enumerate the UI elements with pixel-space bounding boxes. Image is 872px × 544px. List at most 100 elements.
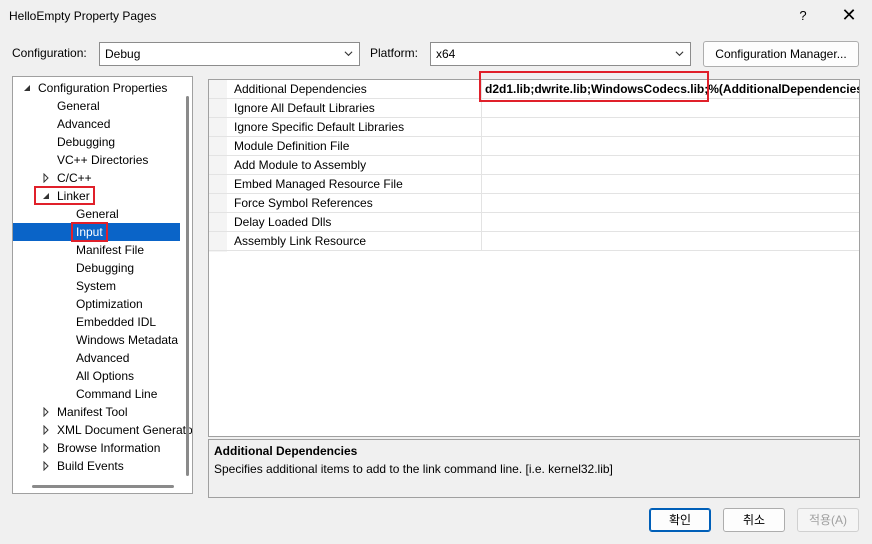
tree-item[interactable]: General	[13, 97, 185, 115]
tree-item-label: Browse Information	[57, 441, 161, 455]
tree-item-label: VC++ Directories	[57, 153, 149, 167]
property-value[interactable]	[481, 194, 859, 213]
configuration-dropdown[interactable]: Debug	[99, 42, 360, 66]
description-text: Specifies additional items to add to the…	[214, 462, 613, 476]
platform-value: x64	[436, 47, 456, 61]
property-value[interactable]	[481, 137, 859, 156]
property-name: Module Definition File	[234, 139, 350, 153]
tree-item-label: Linker	[57, 189, 90, 203]
property-value[interactable]	[481, 99, 859, 118]
tree-item-label: C/C++	[57, 171, 92, 185]
property-row[interactable]: Delay Loaded Dlls	[209, 213, 859, 232]
tree-item-label: System	[76, 279, 117, 293]
property-row[interactable]: Module Definition File	[209, 137, 859, 156]
property-name: Delay Loaded Dlls	[234, 215, 332, 229]
property-row[interactable]: Embed Managed Resource File	[209, 175, 859, 194]
title-bar: HelloEmpty Property Pages ? ✕	[0, 0, 872, 34]
tree-item[interactable]: Advanced	[13, 349, 185, 367]
tree-item[interactable]: Linker	[13, 187, 185, 205]
tree-item[interactable]: Debugging	[13, 133, 185, 151]
tree-item-label: Advanced	[57, 117, 111, 131]
tree-item[interactable]: Manifest Tool	[13, 403, 185, 421]
tree-item[interactable]: Windows Metadata	[13, 331, 185, 349]
tree-item[interactable]: Debugging	[13, 259, 185, 277]
tree-item[interactable]: Embedded IDL	[13, 313, 185, 331]
property-row[interactable]: Ignore All Default Libraries	[209, 99, 859, 118]
tree-item[interactable]: Build Events	[13, 457, 185, 475]
property-value[interactable]	[481, 213, 859, 232]
tree-item-label: Debugging	[76, 261, 135, 275]
property-row[interactable]: Ignore Specific Default Libraries	[209, 118, 859, 137]
configuration-manager-button[interactable]: Configuration Manager...	[703, 41, 859, 67]
window-title: HelloEmpty Property Pages	[9, 9, 157, 23]
property-row[interactable]: Force Symbol References	[209, 194, 859, 213]
property-row[interactable]: Additional Dependencies d2d1.lib;dwrite.l…	[209, 80, 859, 99]
tree-item-label: General	[76, 207, 119, 221]
description-title: Additional Dependencies	[214, 444, 358, 458]
tree-item[interactable]: Input	[13, 223, 180, 241]
collapsed-triangle-icon[interactable]	[41, 443, 51, 453]
platform-dropdown[interactable]: x64	[430, 42, 691, 66]
tree-item[interactable]: System	[13, 277, 185, 295]
property-row[interactable]: Add Module to Assembly	[209, 156, 859, 175]
tree-item[interactable]: Optimization	[13, 295, 185, 313]
tree-item-label: XML Document Generator	[57, 423, 193, 437]
property-name: Ignore All Default Libraries	[234, 101, 375, 115]
expanded-triangle-icon[interactable]	[22, 83, 32, 93]
tree-item-label: Advanced	[76, 351, 130, 365]
chevron-down-icon	[675, 51, 684, 57]
tree-item-label: Input	[76, 225, 103, 239]
property-value[interactable]	[481, 156, 859, 175]
collapsed-triangle-icon[interactable]	[41, 461, 51, 471]
configuration-label: Configuration:	[12, 46, 87, 60]
property-row[interactable]: Assembly Link Resource	[209, 232, 859, 251]
tree-item[interactable]: All Options	[13, 367, 185, 385]
tree-item[interactable]: XML Document Generator	[13, 421, 192, 439]
tree-item[interactable]: Command Line	[13, 385, 185, 403]
apply-button[interactable]: 적용(A)	[797, 508, 859, 532]
description-panel: Additional Dependencies Specifies additi…	[208, 439, 860, 498]
tree-item[interactable]: Configuration Properties	[13, 79, 185, 97]
collapsed-triangle-icon[interactable]	[41, 173, 51, 183]
property-name: Assembly Link Resource	[234, 234, 367, 248]
property-grid[interactable]: Additional Dependencies d2d1.lib;dwrite.l…	[208, 79, 860, 437]
tree-item-label: Configuration Properties	[38, 81, 168, 95]
platform-label: Platform:	[370, 46, 419, 60]
tree-item-label: All Options	[76, 369, 135, 383]
property-value[interactable]	[481, 118, 859, 137]
tree-item-label: Build Events	[57, 459, 124, 473]
tree-item[interactable]: General	[13, 205, 185, 223]
property-tree[interactable]: Build Events Browse Information XML Docume…	[12, 76, 193, 494]
tree-item-label: Windows Metadata	[76, 333, 179, 347]
tree-item-label: Optimization	[76, 297, 143, 311]
tree-item[interactable]: Manifest File	[13, 241, 185, 259]
close-button[interactable]: ✕	[830, 0, 868, 32]
property-value[interactable]	[481, 175, 859, 194]
property-name: Force Symbol References	[234, 196, 373, 210]
tree-item-label: Embedded IDL	[76, 315, 157, 329]
property-value[interactable]	[481, 232, 859, 251]
tree-item-label: Manifest File	[76, 243, 145, 257]
tree-item[interactable]: Advanced	[13, 115, 185, 133]
expanded-triangle-icon[interactable]	[41, 191, 51, 201]
property-name: Additional Dependencies	[234, 82, 367, 96]
tree-item-label: Manifest Tool	[57, 405, 128, 419]
tree-item[interactable]: VC++ Directories	[13, 151, 185, 169]
property-name: Add Module to Assembly	[234, 158, 367, 172]
property-name: Embed Managed Resource File	[234, 177, 403, 191]
property-name: Ignore Specific Default Libraries	[234, 120, 405, 134]
tree-horizontal-scrollbar[interactable]	[32, 485, 174, 488]
collapsed-triangle-icon[interactable]	[41, 407, 51, 417]
configuration-value: Debug	[105, 47, 141, 61]
tree-item[interactable]: C/C++	[13, 169, 185, 187]
property-value[interactable]: d2d1.lib;dwrite.lib;WindowsCodecs.lib;%(…	[481, 80, 859, 99]
property-value-text: d2d1.lib;dwrite.lib;WindowsCodecs.lib;%(…	[485, 82, 859, 96]
collapsed-triangle-icon[interactable]	[41, 425, 51, 435]
help-button[interactable]: ?	[786, 0, 820, 32]
tree-vertical-scrollbar[interactable]	[186, 96, 189, 476]
tree-item[interactable]: Browse Information	[13, 439, 185, 457]
chevron-down-icon	[344, 51, 353, 57]
tree-item-label: Debugging	[57, 135, 116, 149]
cancel-button[interactable]: 취소	[723, 508, 785, 532]
ok-button[interactable]: 확인	[649, 508, 711, 532]
